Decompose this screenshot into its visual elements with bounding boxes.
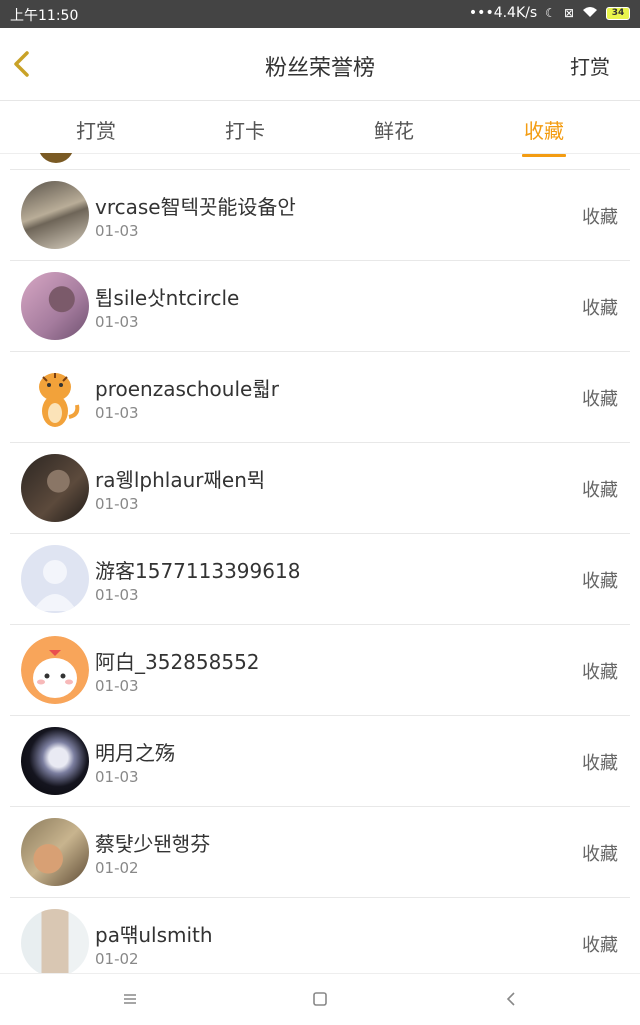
list-item[interactable]: proenzaschoule뤏r 01-03 收藏	[10, 351, 630, 442]
list-item[interactable]: 蔡턏少됀행芬 01-02 收藏	[10, 806, 630, 897]
avatar	[38, 153, 74, 163]
list-item[interactable]: 툅sile삿ntcircle 01-03 收藏	[10, 260, 630, 351]
action-label: 收藏	[582, 844, 618, 865]
wifi-icon	[582, 6, 598, 21]
avatar	[21, 818, 89, 886]
user-name: proenzaschoule뤏r	[95, 377, 279, 401]
back-nav-icon[interactable]	[500, 988, 522, 1010]
user-name: pa떆ulsmith	[95, 923, 213, 947]
menu-icon[interactable]	[119, 988, 141, 1010]
moon-icon: ☾	[545, 6, 556, 20]
user-name: 明月之殇	[95, 741, 175, 765]
avatar	[21, 272, 89, 340]
user-name: 툅sile삿ntcircle	[95, 286, 240, 310]
avatar	[21, 727, 89, 795]
system-nav-bar	[0, 973, 640, 1025]
avatar	[21, 545, 89, 613]
date-label: 01-03	[95, 768, 139, 786]
notification-icon: ⊠	[563, 6, 574, 20]
list-item[interactable]: 游客1577113399618 01-03 收藏	[10, 533, 630, 624]
action-label: 收藏	[582, 935, 618, 956]
user-name: vrcase智텍꼿能设备안	[95, 195, 296, 219]
user-name: 游客1577113399618	[95, 559, 301, 583]
list-item[interactable]: pa떆ulsmith 01-02 收藏	[10, 897, 630, 973]
tab-favorites[interactable]: 收藏	[494, 115, 594, 157]
action-label: 收藏	[582, 662, 618, 683]
tab-flowers[interactable]: 鲜花	[344, 115, 444, 144]
tab-bar: 打赏 打卡 鲜花 收藏	[0, 101, 640, 157]
network-speed: •••4.4K/s	[468, 5, 538, 21]
cute-sticker-icon	[21, 636, 89, 704]
page-title: 粉丝荣誉榜	[264, 56, 375, 81]
list-item[interactable]: ra웽lphlaur째en뮉 01-03 收藏	[10, 442, 630, 533]
date-label: 01-03	[95, 313, 139, 331]
avatar	[21, 909, 89, 973]
user-name: 蔡턏少됀행芬	[95, 832, 211, 856]
user-name: ra웽lphlaur째en뮉	[95, 468, 266, 492]
date-label: 01-02	[95, 950, 139, 968]
status-bar: 上午11:50 •••4.4K/s ☾ ⊠ 34	[0, 0, 640, 28]
user-name: 阿白_352858552	[95, 650, 260, 674]
action-label: 收藏	[582, 480, 618, 501]
list-item[interactable]: vrcase智텍꼿能设备안 01-03 收藏	[10, 169, 630, 260]
action-label: 收藏	[582, 207, 618, 228]
avatar	[21, 454, 89, 522]
tab-checkin[interactable]: 打卡	[195, 115, 295, 144]
date-label: 01-03	[95, 222, 139, 240]
reward-button[interactable]: 打赏	[570, 51, 610, 80]
app-header: 粉丝荣誉榜 打赏	[0, 28, 640, 101]
fan-list: vrcase智텍꼿能设备안 01-03 收藏 툅sile삿ntcircle 01…	[0, 153, 640, 973]
tab-reward[interactable]: 打赏	[46, 115, 146, 144]
action-label: 收藏	[582, 298, 618, 319]
date-label: 01-03	[95, 404, 139, 422]
battery-icon: 34	[606, 6, 630, 20]
avatar	[21, 636, 89, 704]
list-item[interactable]: 阿白_352858552 01-03 收藏	[10, 624, 630, 715]
date-label: 01-03	[95, 677, 139, 695]
list-item[interactable]: 明月之殇 01-03 收藏	[10, 715, 630, 806]
action-label: 收藏	[582, 389, 618, 410]
date-label: 01-03	[95, 586, 139, 604]
action-label: 收藏	[582, 571, 618, 592]
date-label: 01-02	[95, 859, 139, 877]
action-label: 收藏	[582, 753, 618, 774]
status-icons: •••4.4K/s ☾ ⊠ 34	[469, 5, 630, 21]
status-time: 上午11:50	[10, 8, 79, 24]
avatar	[21, 363, 89, 431]
date-label: 01-03	[95, 495, 139, 513]
tiger-sticker-icon	[39, 373, 80, 427]
home-square-icon[interactable]	[309, 988, 331, 1010]
avatar	[21, 181, 89, 249]
default-user-icon	[33, 560, 77, 611]
